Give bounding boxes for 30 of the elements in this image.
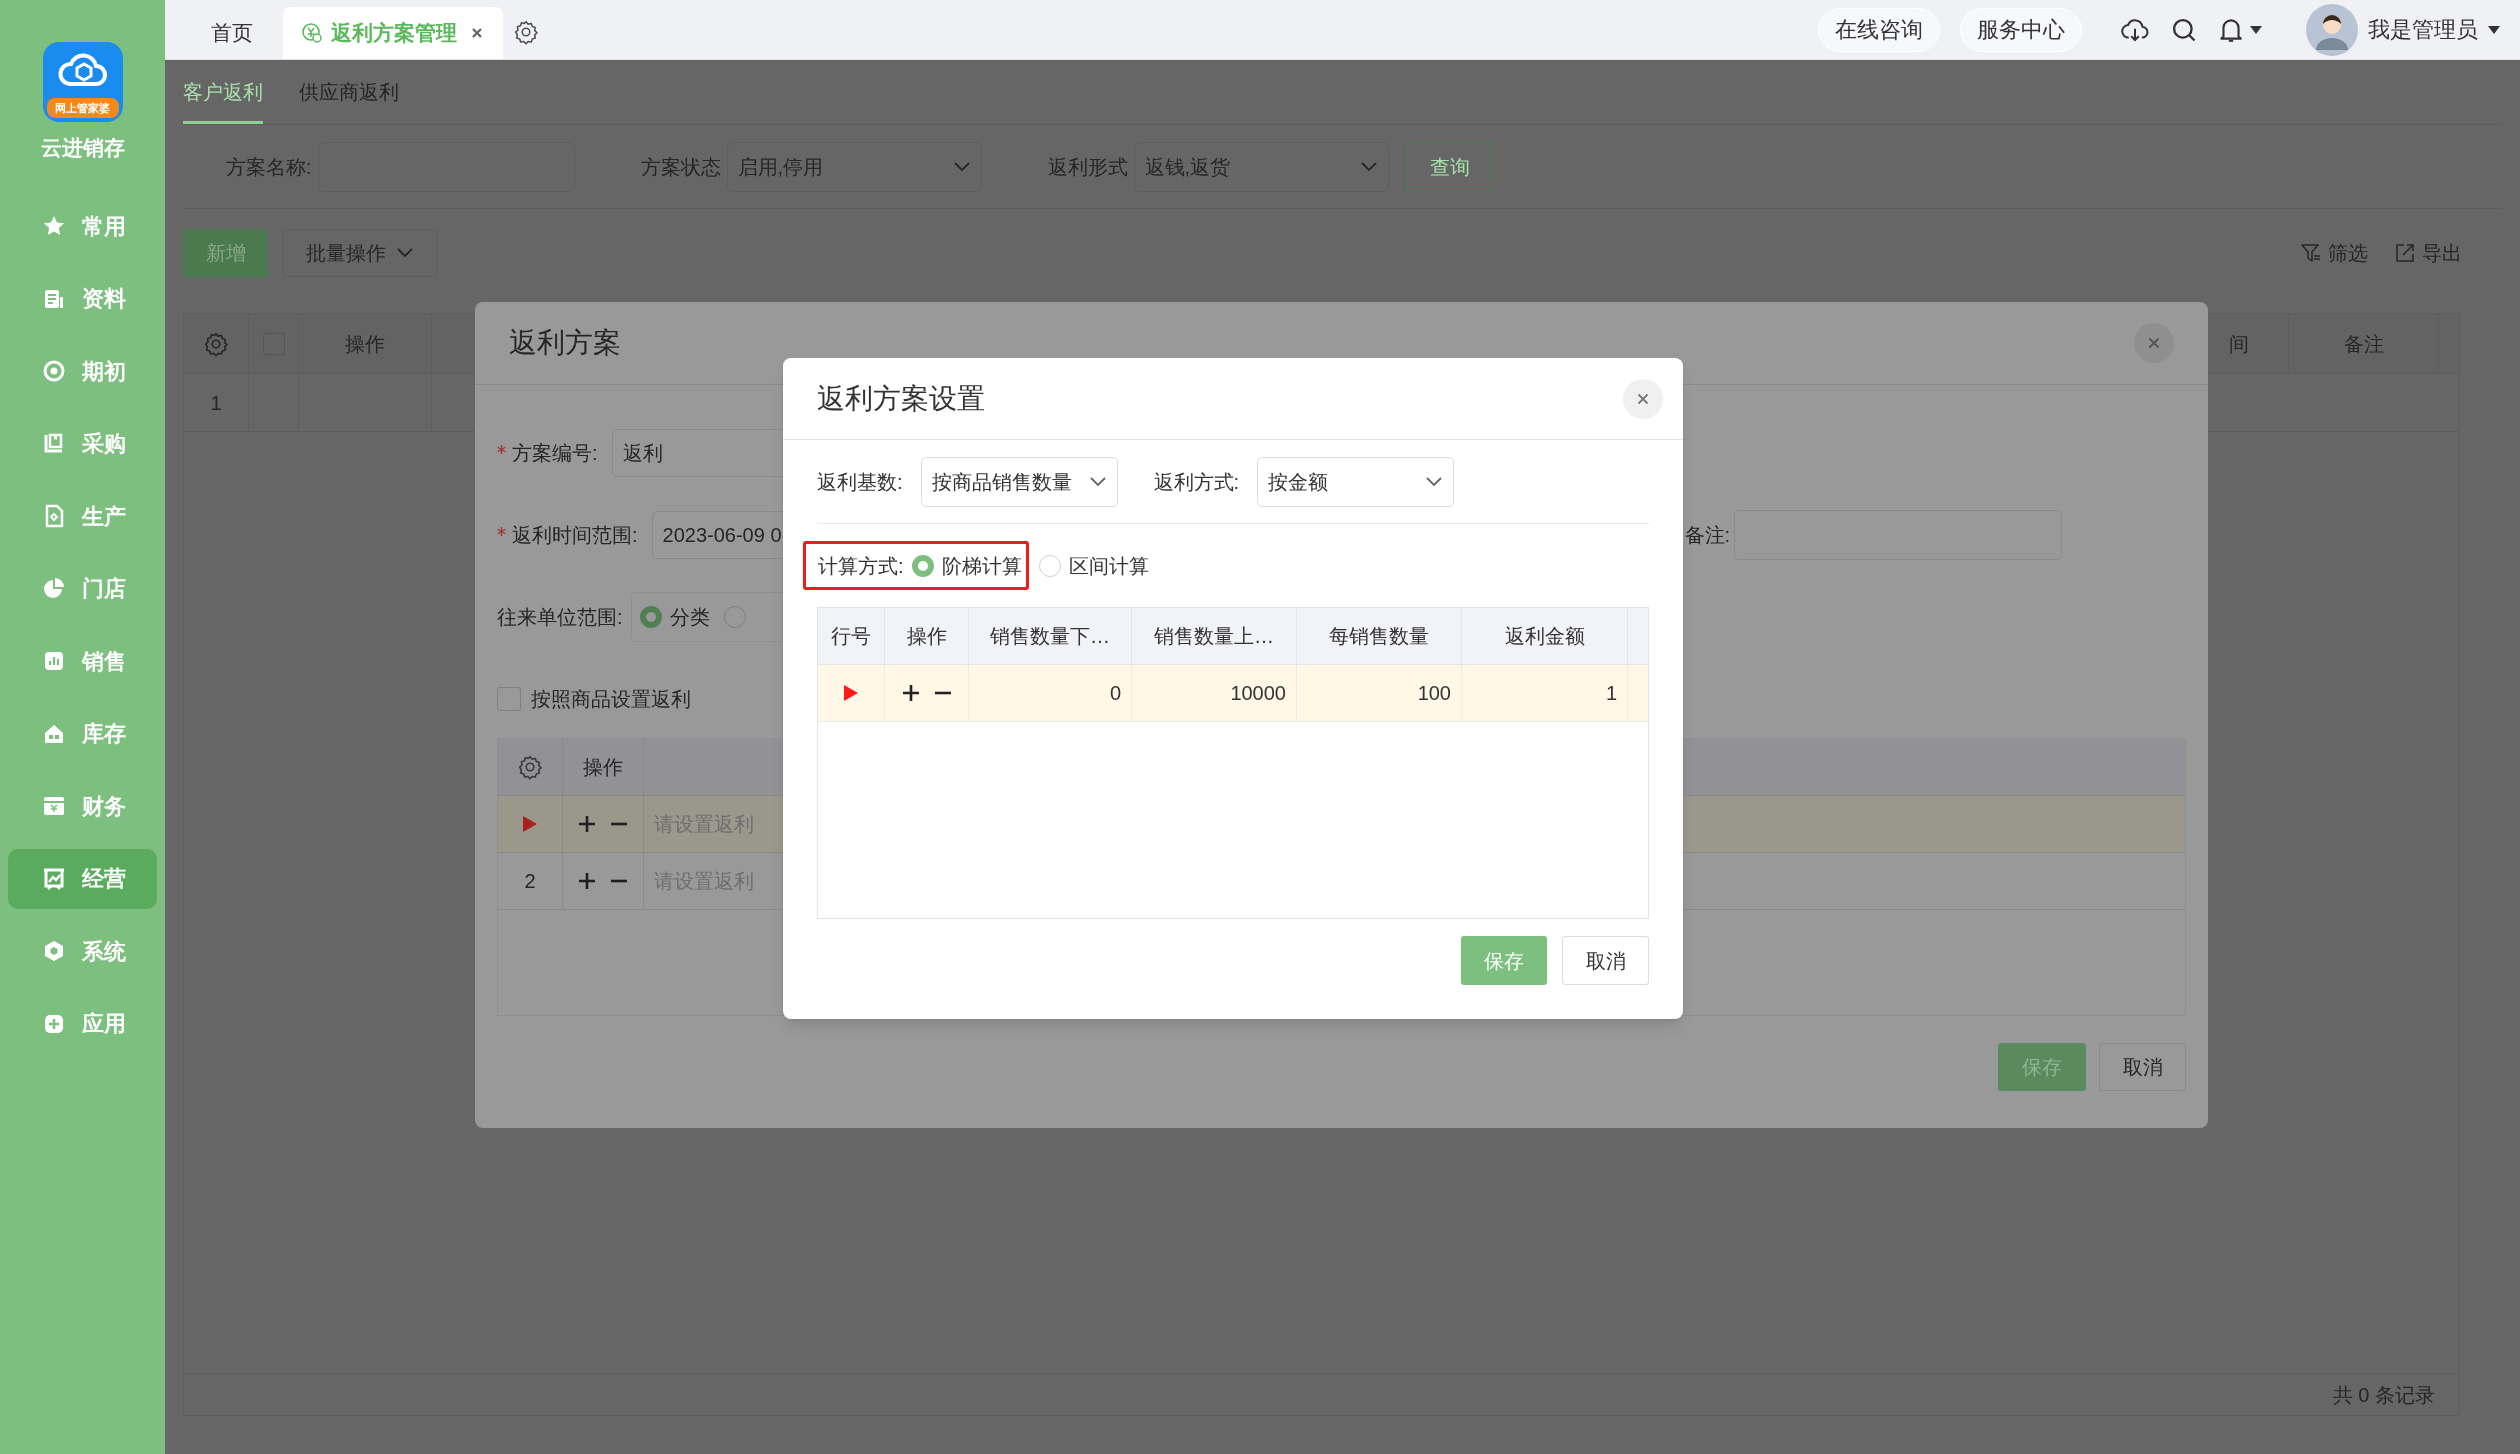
- column-header: 行号: [818, 608, 885, 664]
- filter-label: 方案名称:: [226, 154, 312, 180]
- logo-badge: 网上管家婆: [46, 98, 119, 118]
- table-cell: 1: [1462, 665, 1628, 721]
- filter-label: 方案状态: [640, 154, 721, 180]
- field-label: 往来单位范围:: [497, 605, 623, 630]
- table-cell: 0: [969, 665, 1132, 721]
- column-header: 操作: [885, 608, 969, 664]
- field-label: 返利时间范围:: [512, 523, 638, 548]
- app-name: 云进销存: [40, 135, 125, 161]
- record-count: 共 0 条记录: [2332, 1382, 2435, 1408]
- table-cell: 100: [1297, 665, 1462, 721]
- dialog-title: 返利方案: [509, 326, 621, 360]
- field-label: 方案编号:: [512, 441, 598, 466]
- field-label: 返利基数:: [817, 469, 903, 495]
- column-header: 每销售数量: [1297, 608, 1462, 664]
- column-header: 销售数量下…: [969, 608, 1132, 664]
- column-header: 操作: [299, 314, 432, 373]
- column-header: 销售数量上…: [1132, 608, 1297, 664]
- column-header: 备注: [2289, 314, 2439, 373]
- dialog-title: 返利方案设置: [817, 381, 985, 416]
- row-number: 2: [524, 869, 536, 894]
- field-label: 计算方式:: [818, 553, 904, 579]
- row-number: 1: [184, 374, 249, 431]
- column-header: 操作: [563, 739, 644, 795]
- column-header: 返利金额: [1462, 608, 1628, 664]
- field-label: 返利方式:: [1153, 469, 1240, 495]
- filter-label: 返利形式: [1047, 154, 1128, 180]
- table-cell: 10000: [1132, 665, 1297, 721]
- field-label: 备注:: [1684, 523, 1731, 548]
